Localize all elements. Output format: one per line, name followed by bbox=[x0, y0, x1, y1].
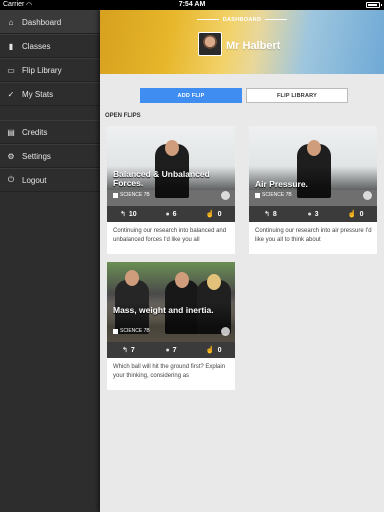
likes-count: ☝ 0 bbox=[205, 210, 222, 219]
sidebar: ⌂ Dashboard ▮ Classes ▭ Flip Library ✓ M… bbox=[0, 10, 100, 512]
flip-title: Balanced & Unbalanced Forces. bbox=[113, 169, 210, 188]
tab-bar: ADD FLIP FLIP LIBRARY bbox=[140, 88, 348, 103]
progress-icon bbox=[363, 191, 372, 200]
flip-thumbnail: Air Pressure. SCIENCE 7B bbox=[249, 126, 377, 206]
sidebar-item-dashboard[interactable]: ⌂ Dashboard bbox=[0, 10, 100, 34]
gear-icon: ⚙ bbox=[7, 151, 15, 161]
class-icon bbox=[113, 192, 118, 198]
flip-title: Air Pressure. bbox=[255, 179, 308, 189]
sidebar-item-logout[interactable]: ⏻ Logout bbox=[0, 168, 100, 192]
comments-count: ● 7 bbox=[165, 346, 177, 354]
flip-card[interactable]: Balanced & Unbalanced Forces. SCIENCE 7B… bbox=[107, 126, 235, 254]
progress-icon bbox=[221, 191, 230, 200]
tab-flip-library[interactable]: FLIP LIBRARY bbox=[246, 88, 348, 103]
reply-icon: ↰ bbox=[121, 347, 128, 354]
flip-stats: ↰ 10 ● 6 ☝ 0 bbox=[107, 206, 235, 222]
comments-count: ● 3 bbox=[307, 210, 319, 218]
likes-count: ☝ 0 bbox=[347, 210, 364, 219]
responses-count: ↰ 10 bbox=[120, 210, 137, 219]
reply-icon: ↰ bbox=[120, 211, 126, 218]
reply-icon: ↰ bbox=[263, 211, 270, 218]
like-icon: ☝ bbox=[347, 211, 357, 218]
flip-description: Continuing our research into balanced an… bbox=[113, 228, 227, 243]
responses-count: ↰ 7 bbox=[121, 346, 135, 355]
comment-icon: ● bbox=[307, 210, 312, 218]
flip-title: Mass, weight and inertia. bbox=[113, 305, 214, 315]
flip-card[interactable]: Air Pressure. SCIENCE 7B ↰ 8 ● 3 ☝ 0 Contin… bbox=[249, 126, 377, 254]
sidebar-item-label: Credits bbox=[22, 127, 48, 137]
class-icon bbox=[113, 328, 118, 334]
flip-stats: ↰ 8 ● 3 ☝ 0 bbox=[249, 206, 377, 222]
credit-card-icon: ▤ bbox=[7, 127, 15, 137]
avatar bbox=[198, 32, 222, 56]
likes-count: ☝ 0 bbox=[205, 346, 222, 355]
sidebar-item-settings[interactable]: ⚙ Settings bbox=[0, 144, 100, 168]
sidebar-item-label: Settings bbox=[22, 151, 51, 161]
responses-count: ↰ 8 bbox=[263, 210, 277, 219]
progress-icon bbox=[221, 327, 230, 336]
flip-stats: ↰ 7 ● 7 ☝ 0 bbox=[107, 342, 235, 358]
comments-count: ● 6 bbox=[165, 210, 177, 218]
section-label: DASHBOARD bbox=[100, 17, 384, 23]
comment-icon: ● bbox=[165, 346, 170, 354]
flip-card[interactable]: Mass, weight and inertia. SCIENCE 7B ↰ 7 … bbox=[107, 262, 235, 390]
sidebar-item-classes[interactable]: ▮ Classes bbox=[0, 34, 100, 58]
comment-icon: ● bbox=[165, 210, 170, 218]
power-icon: ⏻ bbox=[7, 175, 15, 184]
sidebar-item-label: Flip Library bbox=[22, 65, 62, 75]
like-icon: ☝ bbox=[205, 211, 215, 218]
sidebar-item-label: My Stats bbox=[22, 89, 54, 99]
home-icon: ⌂ bbox=[8, 17, 14, 27]
subject-tag: SCIENCE 7B bbox=[113, 328, 150, 334]
sidebar-item-label: Logout bbox=[22, 175, 47, 185]
flip-thumbnail: Mass, weight and inertia. SCIENCE 7B bbox=[107, 262, 235, 342]
sidebar-item-label: Classes bbox=[22, 41, 51, 51]
tab-add-flip[interactable]: ADD FLIP bbox=[140, 88, 242, 103]
flip-description: Which ball will hit the ground first? Ex… bbox=[113, 364, 226, 379]
flip-thumbnail: Balanced & Unbalanced Forces. SCIENCE 7B bbox=[107, 126, 235, 206]
sidebar-item-label: Dashboard bbox=[22, 17, 62, 27]
class-icon bbox=[255, 192, 260, 198]
like-icon: ☝ bbox=[205, 347, 215, 354]
stats-icon: ✓ bbox=[7, 89, 15, 99]
clock: 7:54 AM bbox=[178, 1, 206, 8]
dashboard-header: DASHBOARD Mr Halbert bbox=[100, 10, 384, 74]
subject-tag: SCIENCE 7B bbox=[255, 192, 292, 198]
sidebar-item-credits[interactable]: ▤ Credits bbox=[0, 120, 100, 144]
main-content: DASHBOARD Mr Halbert ADD FLIP FLIP LIBRA… bbox=[100, 10, 384, 512]
subject-tag: SCIENCE 7B bbox=[113, 192, 150, 198]
battery-icon bbox=[366, 2, 382, 8]
status-bar: Carrier ◠ 7:54 AM bbox=[0, 0, 384, 10]
book-icon: ▮ bbox=[8, 41, 14, 51]
library-icon: ▭ bbox=[7, 65, 15, 75]
flip-description: Continuing our research into air pressur… bbox=[255, 228, 372, 243]
sidebar-item-my-stats[interactable]: ✓ My Stats bbox=[0, 82, 100, 106]
open-flips-heading: OPEN FLIPS bbox=[105, 113, 141, 119]
teacher-name: Mr Halbert bbox=[226, 40, 281, 52]
sidebar-item-flip-library[interactable]: ▭ Flip Library bbox=[0, 58, 100, 82]
